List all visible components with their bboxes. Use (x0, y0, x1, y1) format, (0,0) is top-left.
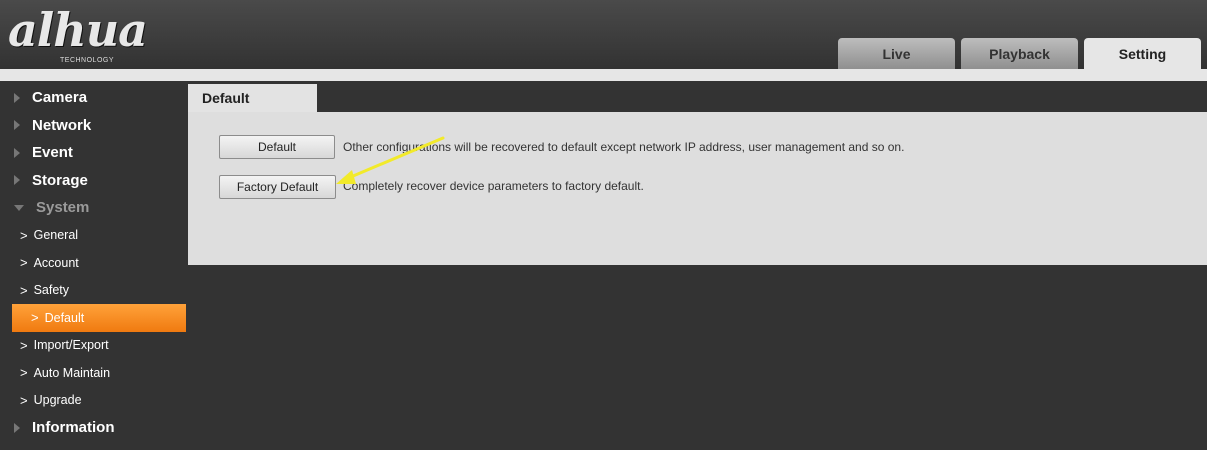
sidebar-subitem-safety[interactable]: > Safety (0, 277, 186, 305)
chevron-right-icon: > (20, 365, 28, 381)
sidebar-subitem-label: General (33, 228, 79, 243)
tab-playback[interactable]: Playback (961, 38, 1078, 69)
default-description: Other configurations will be recovered t… (343, 140, 905, 154)
sidebar-subitem-label: Safety (33, 283, 70, 298)
sidebar-item-camera[interactable]: Camera (0, 84, 186, 112)
main-tabs: Live Playback Setting (838, 38, 1201, 69)
tab-live[interactable]: Live (838, 38, 955, 69)
sidebar-item-information[interactable]: Information (0, 414, 186, 442)
sidebar-subitem-label: Upgrade (33, 393, 82, 408)
sidebar-item-label: Network (32, 116, 92, 134)
sidebar-subitem-label: Account (33, 255, 79, 270)
chevron-right-icon: > (20, 255, 28, 271)
sidebar-item-system[interactable]: System (0, 194, 186, 222)
sidebar-subitem-upgrade[interactable]: > Upgrade (0, 387, 186, 415)
logo: alhua TECHNOLOGY (8, 6, 168, 68)
sidebar-item-event[interactable]: Event (0, 139, 186, 167)
logo-subtext: TECHNOLOGY (60, 57, 115, 64)
header-bar: alhua TECHNOLOGY Live Playback Setting (0, 0, 1207, 81)
sidebar-subitem-default[interactable]: > Default (12, 304, 186, 332)
expand-triangle-icon (14, 175, 20, 186)
sidebar-item-network[interactable]: Network (0, 112, 186, 140)
logo-text: alhua (8, 3, 148, 57)
chevron-right-icon: > (20, 227, 28, 243)
sidebar-subitem-general[interactable]: > General (0, 222, 186, 250)
sidebar-subitem-auto-maintain[interactable]: > Auto Maintain (0, 359, 186, 387)
sidebar-subitem-import-export[interactable]: > Import/Export (0, 332, 186, 360)
expand-triangle-icon (14, 422, 20, 433)
chevron-right-icon: > (20, 282, 28, 298)
sidebar-item-storage[interactable]: Storage (0, 167, 186, 195)
sidebar: Camera Network Event Storage System > Ge… (0, 84, 186, 442)
sidebar-subitem-label: Import/Export (33, 338, 109, 353)
sidebar-item-label: Information (32, 419, 115, 437)
chevron-right-icon: > (31, 310, 39, 326)
factory-default-description: Completely recover device parameters to … (343, 179, 644, 193)
sidebar-item-label: Storage (32, 171, 88, 189)
sidebar-subitem-account[interactable]: > Account (0, 249, 186, 277)
expand-triangle-icon (14, 147, 20, 158)
tab-default[interactable]: Default (188, 84, 317, 112)
factory-default-button[interactable]: Factory Default (219, 175, 336, 199)
collapse-triangle-icon (14, 204, 24, 211)
sidebar-item-label: System (36, 199, 90, 217)
sidebar-subitem-label: Default (44, 310, 85, 325)
sidebar-item-label: Event (32, 144, 73, 162)
chevron-right-icon: > (20, 392, 28, 408)
tab-setting[interactable]: Setting (1084, 38, 1201, 69)
sidebar-subitem-label: Auto Maintain (33, 365, 111, 380)
default-settings-panel: Default Other configurations will be rec… (188, 112, 1207, 265)
expand-triangle-icon (14, 92, 20, 103)
default-button[interactable]: Default (219, 135, 335, 159)
header-divider (0, 69, 1207, 81)
sidebar-item-label: Camera (32, 89, 88, 107)
chevron-right-icon: > (20, 337, 28, 353)
expand-triangle-icon (14, 120, 20, 131)
